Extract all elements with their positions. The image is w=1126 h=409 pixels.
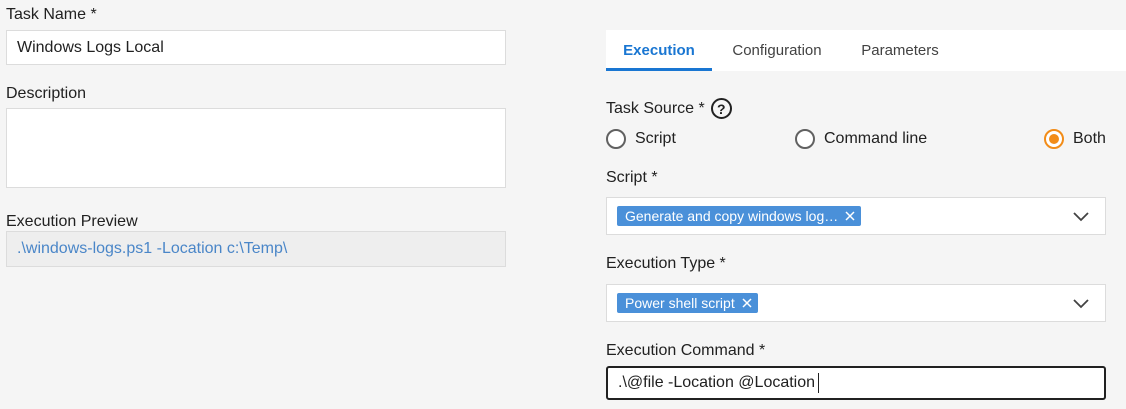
task-name-value: Windows Logs Local <box>17 38 164 56</box>
execution-preview-field: .\windows-logs.ps1 -Location c:\Temp\ <box>6 231 506 267</box>
description-textarea[interactable] <box>6 108 506 188</box>
radio-script[interactable]: Script <box>606 128 676 150</box>
radio-both-label: Both <box>1073 130 1106 147</box>
tab-parameters[interactable]: Parameters <box>846 30 954 70</box>
chevron-down-icon[interactable] <box>1073 210 1089 222</box>
radio-checked-icon <box>1044 129 1064 149</box>
radio-both[interactable]: Both <box>1044 128 1106 150</box>
task-source-label: Task Source * <box>606 99 705 117</box>
task-name-label: Task Name * <box>6 6 97 23</box>
close-icon[interactable] <box>845 211 855 221</box>
radio-circle-icon <box>606 129 626 149</box>
active-tab-indicator <box>606 68 712 71</box>
script-chip: Generate and copy windows log… <box>617 206 862 226</box>
tab-bar: Execution Configuration Parameters <box>606 30 1126 71</box>
radio-circle-icon <box>795 129 815 149</box>
close-icon[interactable] <box>742 298 752 308</box>
radio-script-label: Script <box>635 130 676 147</box>
description-label: Description <box>6 85 87 102</box>
script-label: Script * <box>606 169 658 186</box>
script-select[interactable]: Generate and copy windows log… <box>606 197 1106 235</box>
execution-command-input[interactable]: .\@file -Location @Location <box>606 366 1106 400</box>
execution-type-select[interactable]: Power shell script <box>606 284 1106 322</box>
text-caret <box>818 373 820 393</box>
question-circle-icon[interactable]: ? <box>710 98 732 119</box>
radio-command-line-label: Command line <box>824 130 928 147</box>
task-name-input[interactable]: Windows Logs Local <box>6 30 506 65</box>
execution-command-value: .\@file -Location @Location <box>618 374 816 391</box>
execution-type-chip: Power shell script <box>617 293 758 313</box>
execution-preview-value: .\windows-logs.ps1 -Location c:\Temp\ <box>17 240 288 257</box>
script-chip-label: Generate and copy windows log… <box>625 208 839 224</box>
execution-preview-label: Execution Preview <box>6 213 138 230</box>
execution-type-chip-label: Power shell script <box>625 295 735 311</box>
chevron-down-icon[interactable] <box>1073 297 1089 309</box>
task-source-header: Task Source * ? <box>606 98 732 119</box>
tab-configuration[interactable]: Configuration <box>718 30 836 70</box>
radio-command-line[interactable]: Command line <box>795 128 927 150</box>
execution-type-label: Execution Type * <box>606 255 726 272</box>
tab-execution[interactable]: Execution <box>606 30 712 70</box>
execution-command-label: Execution Command * <box>606 342 766 359</box>
